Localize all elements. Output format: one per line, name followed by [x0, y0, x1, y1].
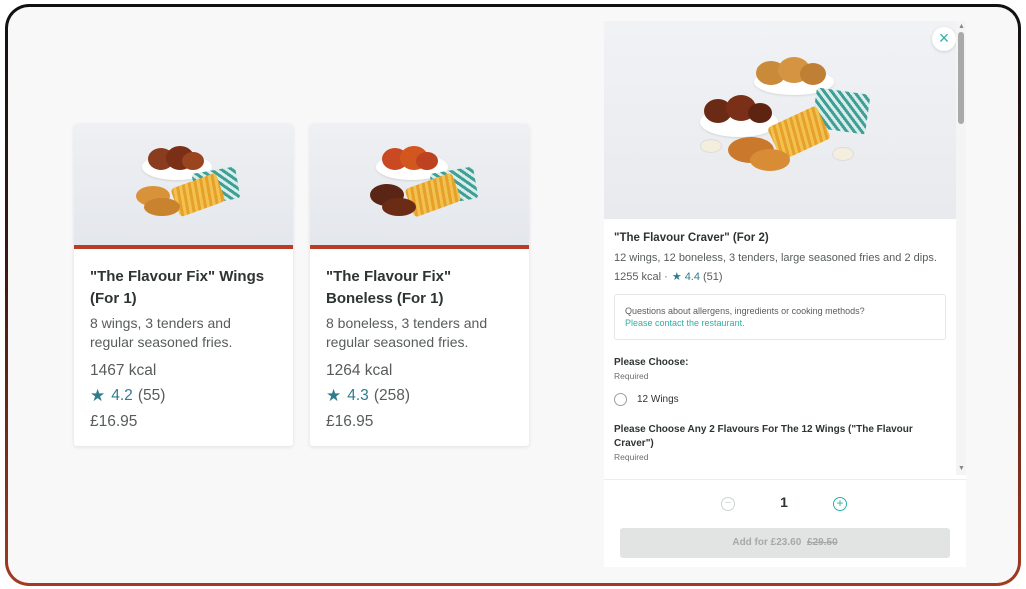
scroll-up-arrow-icon[interactable]: ▲ — [958, 23, 965, 30]
product-rating: ★ 4.3 (258) — [326, 385, 513, 407]
option-12-wings[interactable]: 12 Wings — [614, 393, 946, 406]
modal-footer: − 1 + Add for £23.60 £29.50 — [604, 479, 966, 567]
required-label: Required — [614, 371, 649, 381]
item-detail-modal: × "The Flavour Craver" (For 2) 12 wings,… — [604, 21, 966, 567]
item-meta: 1255 kcal · ★ 4.4 (51) — [614, 270, 946, 284]
option-label: 12 Wings — [637, 394, 679, 405]
product-price: £16.95 — [90, 413, 138, 430]
product-title: "The Flavour Fix" Wings (For 1) — [90, 268, 265, 307]
star-icon: ★ — [671, 271, 682, 283]
required-label: Required — [614, 452, 649, 462]
quantity-value: 1 — [780, 494, 788, 510]
close-button[interactable]: × — [932, 27, 956, 51]
scrollbar-thumb[interactable] — [958, 32, 964, 124]
product-kcal: 1264 kcal — [326, 362, 393, 379]
choice-section-size: Please Choose: Required 12 Wings — [614, 356, 946, 406]
radio-button[interactable] — [614, 393, 627, 406]
star-icon: ★ — [326, 386, 342, 405]
product-price: £16.95 — [326, 413, 374, 430]
minus-icon: − — [724, 497, 732, 509]
add-button-label: Add for £23.60 — [732, 537, 802, 548]
product-image — [310, 124, 529, 245]
close-icon: × — [938, 28, 950, 48]
item-image: × — [604, 21, 956, 219]
page-background: "The Flavour Fix" Wings (For 1) 8 wings,… — [8, 7, 1018, 583]
item-kcal: 1255 kcal · — [614, 271, 668, 283]
decrease-quantity-button[interactable]: − — [721, 497, 735, 511]
product-description: 8 wings, 3 tenders and regular seasoned … — [90, 315, 233, 350]
rating-value: 4.2 — [111, 387, 133, 404]
product-kcal: 1467 kcal — [90, 362, 157, 379]
rating-value: 4.3 — [347, 387, 369, 404]
allergen-info-box: Questions about allergens, ingredients o… — [614, 294, 946, 340]
product-image — [74, 124, 293, 245]
add-to-order-button[interactable]: Add for £23.60 £29.50 — [620, 528, 950, 558]
quantity-stepper: − 1 + — [604, 492, 966, 516]
modal-scrollbar[interactable]: ▲ ▼ — [956, 21, 966, 475]
section-title: Please Choose Any 2 Flavours For The 12 … — [614, 424, 913, 449]
scroll-down-arrow-icon[interactable]: ▼ — [958, 465, 965, 472]
window-frame: "The Flavour Fix" Wings (For 1) 8 wings,… — [5, 4, 1021, 586]
product-rating: ★ 4.2 (55) — [90, 385, 277, 407]
product-description: 8 boneless, 3 tenders and regular season… — [326, 315, 488, 350]
choice-section-flavours: Please Choose Any 2 Flavours For The 12 … — [614, 423, 946, 463]
plus-icon: + — [836, 496, 844, 510]
rating-count: (258) — [373, 387, 410, 404]
allergen-question: Questions about allergens, ingredients o… — [625, 306, 865, 316]
item-description: 12 wings, 12 boneless, 3 tenders, large … — [614, 252, 937, 264]
rating-count: (51) — [702, 271, 723, 283]
item-title: "The Flavour Craver" (For 2) — [614, 232, 769, 244]
increase-quantity-button[interactable]: + — [833, 497, 847, 511]
product-card-flavour-fix-boneless[interactable]: "The Flavour Fix" Boneless (For 1) 8 bon… — [310, 124, 529, 446]
product-card-flavour-fix-wings[interactable]: "The Flavour Fix" Wings (For 1) 8 wings,… — [74, 124, 293, 446]
star-icon: ★ — [90, 386, 106, 405]
product-title: "The Flavour Fix" Boneless (For 1) — [326, 268, 452, 307]
contact-restaurant-link[interactable]: Please contact the restaurant. — [625, 317, 935, 329]
original-price: £29.50 — [807, 537, 838, 548]
rating-value: 4.4 — [684, 271, 700, 283]
rating-count: (55) — [137, 387, 166, 404]
section-title: Please Choose: — [614, 357, 689, 368]
modal-scroll-area[interactable]: × "The Flavour Craver" (For 2) 12 wings,… — [604, 21, 956, 475]
